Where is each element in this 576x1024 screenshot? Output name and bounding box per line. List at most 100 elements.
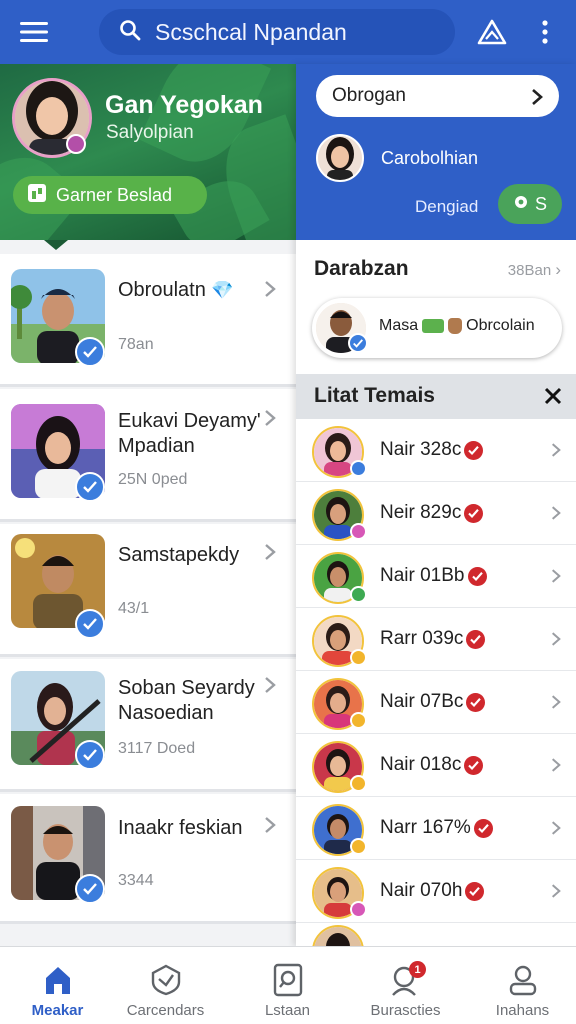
list-item[interactable]: Eukavi Deyamy' Mpadian 25N 0ped [0,389,296,522]
card-subtitle: 3117 Doed [118,740,196,757]
profile-icon [503,961,543,999]
row-label: Nair 070h [380,880,485,902]
status-dot [350,523,367,540]
nav-label: Burascties [370,1002,441,1019]
row-avatar [312,925,364,946]
status-action-label: S [534,193,547,214]
chevron-right-icon [265,677,276,693]
list-item[interactable]: Soban Seyardy Nasoedian 3117 Doed [0,659,296,792]
verified-icon [75,609,105,639]
nav-profile[interactable]: Inahans [465,947,576,1024]
chevron-right-icon [552,695,561,709]
row-label: Nair 07Bc [380,691,486,713]
status-dot [350,712,367,729]
list-row[interactable]: Nair 070h [296,860,576,923]
status-dot [350,649,367,666]
top-bar: Scschcal Npandan [0,0,576,64]
nav-search[interactable]: Lstaan [230,947,345,1024]
left-column: Gan Yegokan Salyolpian Garner Beslad Obr… [0,64,296,946]
status-dot [350,838,367,855]
card-title: Soban Seyardy Nasoedian [118,677,255,724]
card-title: Samstapekdy [118,544,240,566]
nav-label: Carcendars [126,1002,205,1019]
online-status-icon [66,134,86,154]
list-item[interactable]: Samstapekdy 43/1 [0,524,296,657]
row-label: Neir 829c [380,502,484,524]
chevron-right-icon [552,443,561,457]
list-row[interactable]: Nair 018c [296,734,576,797]
list-row[interactable]: Nair 07Bc [296,671,576,734]
nav-notifications[interactable]: 1 Burascties [348,947,463,1024]
chevron-right-icon [552,758,561,772]
verified-icon [348,333,368,353]
hand-emoji-icon [448,318,463,334]
card-subtitle: 3344 [118,872,154,889]
chevron-right-icon [552,569,561,583]
verified-icon [75,337,105,367]
nav-calendars[interactable]: Carcendars [108,947,223,1024]
section-count[interactable]: 38Ban › [508,260,561,280]
nav-label: Lstaan [264,1002,311,1019]
dropdown-label: Obrogan [332,85,406,106]
check-badge-icon [464,440,484,460]
right-header: Obrogan Carobolhian Dengiad S [296,64,576,240]
chevron-right-icon [532,89,543,105]
store-icon [27,183,47,208]
nav-home[interactable]: Meakar [0,947,115,1024]
status-action-button[interactable]: S [498,184,562,224]
profile-action-label: Garner Beslad [56,184,173,205]
profile-action-button[interactable]: Garner Beslad [13,176,207,214]
shield-check-icon [146,961,186,999]
bottom-navigation: Meakar Carcendars Lstaan 1 Burascties In… [0,946,576,1024]
status-dot [350,775,367,792]
check-badge-icon [465,881,485,901]
user-name: Carobolhian [381,148,479,168]
list-item[interactable]: Obroulatn 💎 78an [0,254,296,387]
chevron-right-icon [265,817,276,833]
profile-name: Gan Yegokan [105,91,263,119]
notification-badge: 1 [409,961,426,978]
nav-label: Inahans [495,1002,550,1019]
card-title: Inaakr feskian [118,817,243,839]
warning-triangle-icon[interactable] [474,14,510,50]
list-item[interactable]: Inaakr feskian 3344 [0,794,296,924]
check-badge-icon [464,503,484,523]
section-title: Darabzan [314,257,409,280]
chat-preview[interactable]: Masa Obrcolain [312,298,562,358]
check-badge-icon [467,566,487,586]
row-label: Narr 167% [380,817,493,839]
list-row[interactable]: Nair 328c [296,419,576,482]
row-label: Nair 01Bb [380,565,487,587]
list-title: Litat Temais [314,384,435,407]
profile-header: Gan Yegokan Salyolpian Garner Beslad [0,64,296,240]
header-pointer [44,240,68,250]
list-row[interactable] [296,923,576,946]
list-row[interactable]: Nair 01Bb [296,545,576,608]
check-badge-icon [466,692,486,712]
check-badge-icon [466,629,486,649]
user-avatar[interactable] [316,134,364,182]
profile-subtitle: Salyolpian [106,122,194,143]
chevron-right-icon [552,506,561,520]
card-subtitle: 78an [118,336,154,353]
hamburger-menu-icon[interactable] [0,0,68,64]
card-subtitle: 25N 0ped [118,471,188,488]
card-title: Eukavi Deyamy' Mpadian [118,410,261,457]
nav-label: Meakar [31,1002,84,1019]
list-row[interactable]: Neir 829c [296,482,576,545]
more-vertical-icon[interactable] [527,14,563,50]
gear-icon [513,194,529,215]
list-row[interactable]: Rarr 039c [296,608,576,671]
verified-icon [75,874,105,904]
chevron-right-icon [552,821,561,835]
chevron-right-icon [265,544,276,560]
list-header: Litat Temais [296,374,576,419]
row-label: Nair 328c [380,439,484,461]
close-icon[interactable] [542,385,564,407]
account-dropdown[interactable]: Obrogan [316,75,559,117]
search-bar[interactable]: Scschcal Npandan [99,9,455,55]
verified-icon [75,472,105,502]
chevron-right-icon [265,281,276,297]
list-row[interactable]: Narr 167% [296,797,576,860]
status-dot [350,901,367,918]
